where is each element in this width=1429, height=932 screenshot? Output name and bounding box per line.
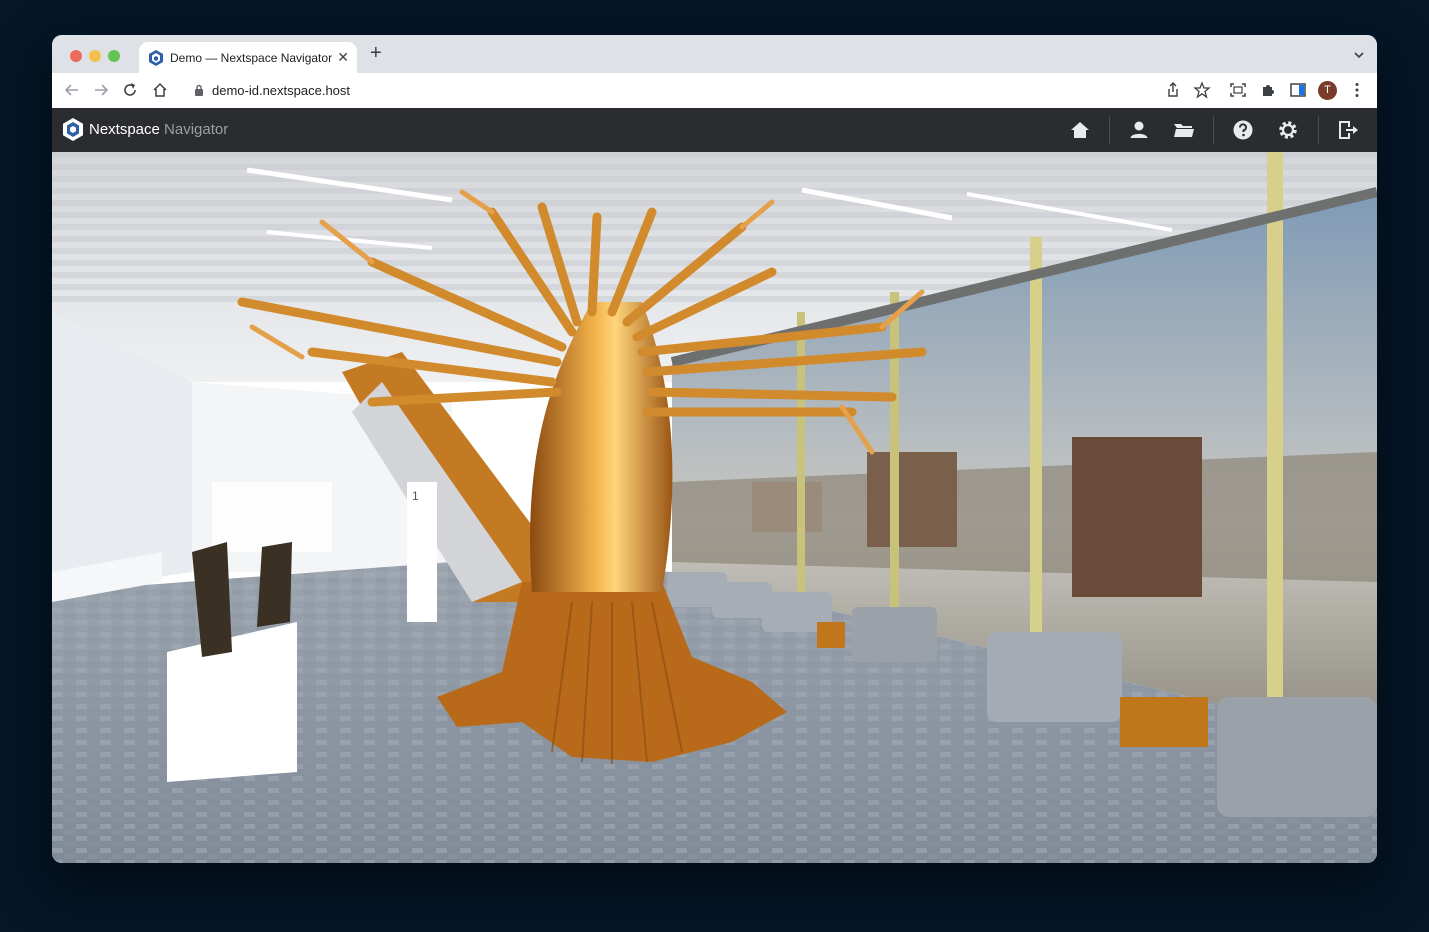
tab-title: Demo — Nextspace Navigator — [170, 51, 333, 65]
tab-strip: Demo — Nextspace Navigator ✕ + — [52, 35, 1377, 73]
home-icon[interactable] — [1069, 119, 1091, 141]
home-page-icon[interactable] — [151, 81, 169, 99]
more-menu-icon[interactable] — [1348, 81, 1366, 99]
app-brand: Nextspace — [89, 121, 160, 138]
new-tab-button[interactable]: + — [370, 43, 382, 63]
bookmark-star-icon[interactable] — [1193, 81, 1211, 99]
share-icon[interactable] — [1164, 81, 1182, 99]
logout-icon[interactable] — [1337, 119, 1359, 141]
tab-close-icon[interactable]: ✕ — [337, 48, 349, 66]
tab-search-chevron-icon[interactable] — [1353, 50, 1365, 60]
lock-icon — [195, 84, 203, 96]
app-title: Nextspace Navigator — [89, 121, 228, 138]
help-icon[interactable] — [1232, 119, 1254, 141]
back-icon[interactable] — [63, 81, 81, 99]
side-panel-icon[interactable] — [1289, 81, 1307, 99]
user-icon[interactable] — [1128, 119, 1150, 141]
reload-icon[interactable] — [121, 81, 139, 99]
header-divider — [1213, 116, 1214, 144]
3d-viewport[interactable]: 1 — [52, 152, 1377, 863]
close-window-button[interactable] — [70, 50, 82, 62]
header-divider — [1318, 116, 1319, 144]
address-bar[interactable]: demo-id.nextspace.host — [182, 77, 1182, 104]
minimize-window-button[interactable] — [89, 50, 101, 62]
browser-window: Demo — Nextspace Navigator ✕ + demo-id.n… — [52, 35, 1377, 863]
browser-tab[interactable]: Demo — Nextspace Navigator ✕ — [139, 42, 357, 73]
nextspace-logo-icon — [63, 118, 83, 141]
browser-toolbar: demo-id.nextspace.host T — [52, 73, 1377, 109]
screenshot-icon[interactable] — [1229, 81, 1247, 99]
floor-marker: 1 — [412, 489, 419, 503]
extensions-puzzle-icon[interactable] — [1259, 81, 1277, 99]
profile-avatar[interactable]: T — [1318, 81, 1337, 100]
app-header: Nextspace Navigator — [52, 108, 1377, 152]
scene-render[interactable]: 1 — [52, 152, 1377, 863]
url-text: demo-id.nextspace.host — [212, 83, 351, 98]
app-product: Navigator — [164, 121, 229, 138]
maximize-window-button[interactable] — [108, 50, 120, 62]
header-divider — [1109, 116, 1110, 144]
nextspace-favicon-icon — [149, 50, 163, 66]
settings-icon[interactable] — [1277, 119, 1299, 141]
forward-icon[interactable] — [92, 81, 110, 99]
folder-icon[interactable] — [1173, 119, 1195, 141]
